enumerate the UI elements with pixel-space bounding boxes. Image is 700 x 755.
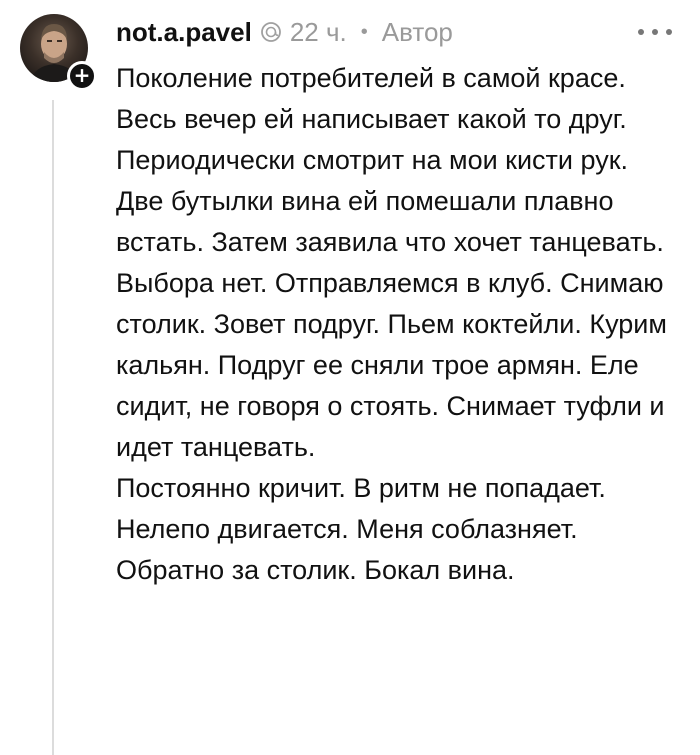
comment-paragraph: Постоянно кричит. В ритм не попадает. Не… <box>116 473 606 585</box>
separator-dot: • <box>360 20 368 43</box>
comment-paragraph: Периодически смотрит на мои кисти рук. <box>116 145 629 175</box>
ellipsis-dot-icon <box>666 29 672 35</box>
comment-header: not.a.pavel 22 ч. • Автор <box>116 14 453 50</box>
ellipsis-dot-icon <box>652 29 658 35</box>
comment-paragraph: Весь вечер ей написывает какой то друг. <box>116 104 627 134</box>
threads-badge-icon <box>260 21 282 43</box>
follow-button[interactable]: + <box>67 61 97 91</box>
comment-thread-line <box>52 100 54 755</box>
ellipsis-dot-icon <box>638 29 644 35</box>
timestamp: 22 ч. <box>289 16 347 47</box>
more-options-button[interactable] <box>638 22 672 42</box>
comment-paragraph: Две бутылки вина ей помешали плавно вста… <box>116 186 667 462</box>
username-link[interactable]: not.a.pavel <box>116 17 252 48</box>
comment-body: Поколение потребителей в самой красе. Ве… <box>116 58 686 591</box>
author-tag: Автор <box>381 16 453 47</box>
plus-icon: + <box>73 63 91 87</box>
comment-paragraph: Поколение потребителей в самой красе. <box>116 63 626 93</box>
